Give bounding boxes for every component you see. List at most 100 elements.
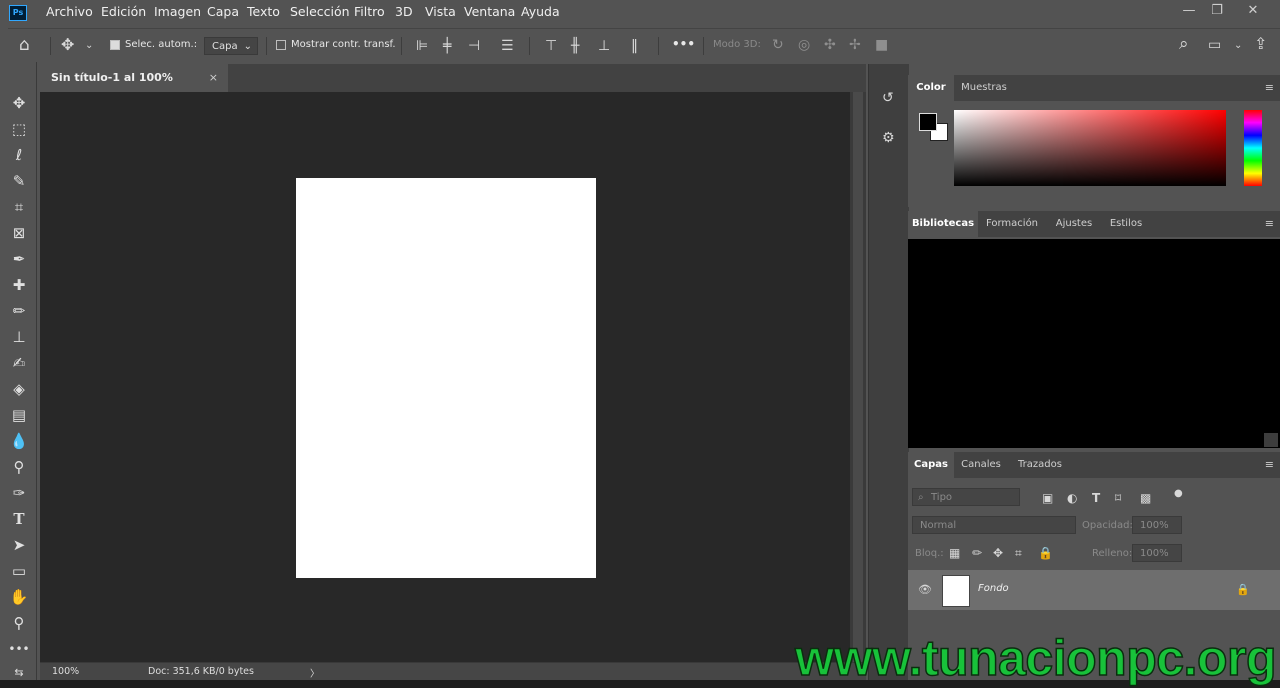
move-tool-icon[interactable]: ✥ bbox=[8, 92, 30, 114]
edit-toolbar-icon[interactable]: ••• bbox=[8, 638, 30, 660]
eye-icon[interactable]: 👁 bbox=[918, 582, 932, 598]
hue-slider[interactable] bbox=[1244, 110, 1262, 186]
menu-ayuda[interactable]: Ayuda bbox=[521, 4, 560, 19]
menu-filtro[interactable]: Filtro bbox=[354, 4, 385, 19]
menu-edicion[interactable]: Edición bbox=[101, 4, 146, 19]
hand-tool-icon[interactable]: ✋ bbox=[8, 586, 30, 608]
menu-3d[interactable]: 3D bbox=[395, 4, 413, 19]
brush-tool-icon[interactable]: ✏ bbox=[8, 300, 30, 322]
lock-transparency-icon[interactable]: ▦ bbox=[949, 545, 960, 561]
marquee-tool-icon[interactable]: ⬚ bbox=[8, 118, 30, 140]
restore-icon[interactable]: ❐ bbox=[1200, 0, 1234, 22]
align-bottom-icon[interactable]: ⊥ bbox=[598, 38, 610, 54]
tab-capas[interactable]: Capas bbox=[908, 452, 954, 478]
orbit-3d-icon[interactable]: ↻ bbox=[772, 37, 784, 53]
eraser-tool-icon[interactable]: ◈ bbox=[8, 378, 30, 400]
distribute-vertical-icon[interactable]: ‖ bbox=[631, 38, 638, 54]
quick-selection-tool-icon[interactable]: ✎ bbox=[8, 170, 30, 192]
menu-ventana[interactable]: Ventana bbox=[464, 4, 515, 19]
rectangle-tool-icon[interactable]: ▭ bbox=[8, 560, 30, 582]
align-left-icon[interactable]: ⊫ bbox=[416, 38, 428, 54]
clone-stamp-tool-icon[interactable]: ⊥ bbox=[8, 326, 30, 348]
tab-trazados[interactable]: Trazados bbox=[1008, 452, 1072, 478]
history-panel-icon[interactable]: ↺ bbox=[882, 90, 894, 106]
menu-imagen[interactable]: Imagen bbox=[154, 4, 201, 19]
layer-name[interactable]: Fondo bbox=[978, 583, 1009, 594]
dodge-tool-icon[interactable]: ⚲ bbox=[8, 456, 30, 478]
close-window-icon[interactable]: ✕ bbox=[1236, 0, 1270, 22]
tab-color[interactable]: Color bbox=[908, 75, 954, 101]
history-brush-tool-icon[interactable]: ✍ bbox=[8, 352, 30, 374]
filter-adjustment-icon[interactable]: ◐ bbox=[1067, 490, 1077, 506]
color-field[interactable] bbox=[954, 110, 1226, 186]
healing-brush-tool-icon[interactable]: ✚ bbox=[8, 274, 30, 296]
blur-tool-icon[interactable]: 💧 bbox=[8, 430, 30, 452]
path-selection-tool-icon[interactable]: ➤ bbox=[8, 534, 30, 556]
tab-ajustes[interactable]: Ajustes bbox=[1046, 211, 1102, 237]
status-menu-arrow[interactable]: 〉 bbox=[310, 666, 320, 680]
filter-toggle-icon[interactable]: ● bbox=[1174, 486, 1183, 502]
crop-tool-icon[interactable]: ⌗ bbox=[8, 196, 30, 218]
move-tool-icon[interactable]: ✥ bbox=[61, 37, 74, 53]
menu-vista[interactable]: Vista bbox=[425, 4, 456, 19]
align-vcenter-icon[interactable]: ╫ bbox=[571, 38, 579, 54]
tab-formacion[interactable]: Formación bbox=[978, 211, 1046, 237]
gradient-tool-icon[interactable]: ▤ bbox=[8, 404, 30, 426]
blend-mode-select[interactable]: Normal bbox=[912, 516, 1076, 534]
lock-pixels-icon[interactable]: ✏ bbox=[972, 545, 982, 561]
vertical-scrollbar[interactable] bbox=[850, 92, 866, 662]
zoom-tool-icon[interactable]: ⚲ bbox=[8, 612, 30, 634]
auto-select-dropdown[interactable]: Capa ⌄ bbox=[204, 37, 258, 55]
eyedropper-tool-icon[interactable]: ✒ bbox=[8, 248, 30, 270]
document-tab[interactable]: Sin título-1 al 100% (RGB/8#) × bbox=[40, 64, 228, 112]
panel-menu-icon[interactable]: ≡ bbox=[1265, 81, 1274, 94]
share-icon[interactable]: ⇪ bbox=[1254, 36, 1267, 52]
lasso-tool-icon[interactable]: ℓ bbox=[8, 144, 30, 166]
workspace-icon[interactable]: ▭ bbox=[1208, 37, 1221, 53]
camera-3d-icon[interactable]: ■ bbox=[875, 37, 888, 53]
photoshop-logo-icon[interactable]: Ps bbox=[9, 5, 27, 21]
chevron-down-icon[interactable]: ⌄ bbox=[85, 38, 93, 54]
menu-capa[interactable]: Capa bbox=[207, 4, 239, 19]
align-top-icon[interactable]: ⊤ bbox=[545, 38, 557, 54]
menu-archivo[interactable]: Archivo bbox=[46, 4, 93, 19]
zoom-level[interactable]: 100% bbox=[52, 666, 79, 677]
lock-all-icon[interactable]: 🔒 bbox=[1038, 545, 1053, 561]
close-tab-icon[interactable]: × bbox=[209, 64, 218, 92]
lock-position-icon[interactable]: ✥ bbox=[993, 545, 1003, 561]
filter-smartobject-icon[interactable]: ▩ bbox=[1140, 490, 1151, 506]
document-canvas[interactable] bbox=[296, 178, 596, 578]
distribute-horizontal-icon[interactable]: ☰ bbox=[501, 38, 514, 54]
panel-menu-icon[interactable]: ≡ bbox=[1265, 217, 1274, 230]
tab-bibliotecas[interactable]: Bibliotecas bbox=[908, 211, 978, 237]
scrollbar-thumb[interactable] bbox=[853, 92, 863, 662]
frame-tool-icon[interactable]: ⊠ bbox=[8, 222, 30, 244]
home-icon[interactable]: ⌂ bbox=[19, 37, 30, 54]
filter-type-icon[interactable]: T bbox=[1092, 490, 1100, 506]
tab-canales[interactable]: Canales bbox=[954, 452, 1008, 478]
pan-3d-icon[interactable]: ✣ bbox=[824, 37, 836, 53]
roll-3d-icon[interactable]: ◎ bbox=[798, 37, 810, 53]
resize-handle[interactable] bbox=[1264, 433, 1278, 447]
pen-tool-icon[interactable]: ✑ bbox=[8, 482, 30, 504]
filter-pixel-icon[interactable]: ▣ bbox=[1042, 490, 1053, 506]
menu-texto[interactable]: Texto bbox=[247, 4, 280, 19]
layer-filter-select[interactable]: ⌕ Tipo bbox=[912, 488, 1020, 506]
lock-artboard-icon[interactable]: ⌗ bbox=[1015, 545, 1022, 561]
tab-estilos[interactable]: Estilos bbox=[1102, 211, 1150, 237]
filter-shape-icon[interactable]: ⌑ bbox=[1115, 490, 1121, 506]
show-transform-checkbox[interactable] bbox=[276, 40, 286, 50]
properties-panel-icon[interactable]: ⚙ bbox=[882, 130, 895, 146]
slide-3d-icon[interactable]: ✢ bbox=[849, 37, 861, 53]
align-hcenter-icon[interactable]: ╪ bbox=[443, 38, 451, 54]
foreground-color-swatch[interactable] bbox=[919, 113, 937, 131]
align-right-icon[interactable]: ⊣ bbox=[468, 38, 480, 54]
chevron-down-icon[interactable]: ⌄ bbox=[1234, 38, 1242, 54]
layer-row[interactable]: 👁 Fondo 🔒 bbox=[908, 570, 1280, 610]
menu-seleccion[interactable]: Selección bbox=[290, 4, 350, 19]
auto-select-checkbox[interactable] bbox=[110, 40, 120, 50]
type-tool-icon[interactable]: T bbox=[8, 508, 30, 530]
tab-muestras[interactable]: Muestras bbox=[954, 75, 1014, 101]
fill-input[interactable]: 100% bbox=[1132, 544, 1182, 562]
panel-menu-icon[interactable]: ≡ bbox=[1265, 458, 1274, 471]
